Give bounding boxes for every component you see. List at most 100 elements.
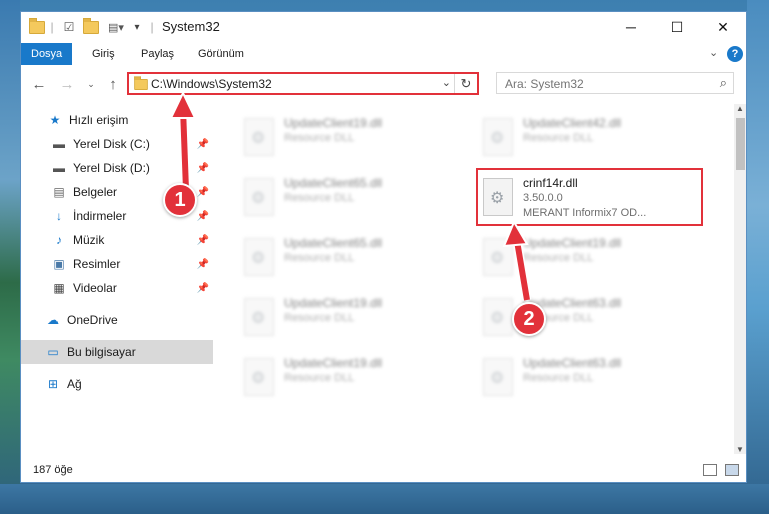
sidebar-item-music[interactable]: ♪ Müzik 📌 bbox=[21, 228, 213, 252]
list-item[interactable]: UpdateClient19.dll Resource DLL bbox=[236, 290, 456, 346]
sidebar-item-label: Müzik bbox=[73, 233, 105, 247]
desktop-background-bottom bbox=[0, 484, 769, 514]
pin-icon: 📌 bbox=[196, 138, 209, 150]
details-view-icon[interactable] bbox=[703, 464, 717, 476]
sidebar-item-pictures[interactable]: ▣ Resimler 📌 bbox=[21, 252, 213, 276]
title-bar: | ☑ ▤▾ ▾ | System32 ─ ☐ ✕ bbox=[21, 12, 746, 42]
highlight-box bbox=[476, 168, 703, 226]
file-name: UpdateClient19.dll bbox=[284, 356, 383, 370]
file-name: UpdateClient65.dll bbox=[284, 176, 383, 190]
customize-toolbar-icon[interactable]: ▾ bbox=[131, 19, 143, 35]
sidebar-item-network[interactable]: ⊞ Ağ bbox=[21, 372, 213, 396]
sidebar-item-label: Ağ bbox=[67, 377, 82, 391]
desktop-background-left bbox=[0, 0, 20, 514]
sidebar-item-label: OneDrive bbox=[67, 313, 118, 327]
pin-icon: 📌 bbox=[196, 234, 209, 246]
sidebar-item-label: Hızlı erişim bbox=[69, 113, 129, 127]
file-name: UpdateClient65.dll bbox=[284, 236, 383, 250]
pictures-icon: ▣ bbox=[53, 257, 65, 271]
item-count: 187 öğe bbox=[33, 464, 73, 476]
search-box[interactable]: ⌕ bbox=[496, 72, 734, 94]
tab-home[interactable]: Giriş bbox=[92, 43, 115, 65]
help-icon[interactable]: ? bbox=[727, 46, 743, 62]
back-arrow-icon[interactable]: ← bbox=[29, 74, 49, 94]
list-item[interactable]: UpdateClient65.dll Resource DLL bbox=[236, 170, 456, 226]
ribbon-tabs: Dosya Giriş Paylaş Görünüm ⌄ ? bbox=[21, 43, 746, 65]
forward-arrow-icon[interactable]: → bbox=[57, 74, 77, 94]
vertical-scrollbar[interactable]: ▲ ▼ bbox=[734, 104, 746, 454]
desktop-background-right bbox=[747, 0, 769, 514]
file-type: Resource DLL bbox=[284, 192, 355, 204]
pin-icon: 📌 bbox=[196, 258, 209, 270]
file-type: Resource DLL bbox=[523, 132, 594, 144]
sidebar-item-label: Videolar bbox=[73, 281, 117, 295]
status-bar: 187 öğe bbox=[21, 460, 746, 482]
videos-icon: ▦ bbox=[53, 281, 65, 295]
list-item[interactable]: UpdateClient65.dll Resource DLL bbox=[236, 230, 456, 286]
tab-view[interactable]: Görünüm bbox=[198, 43, 244, 65]
recent-locations-icon[interactable]: ⌄ bbox=[81, 74, 101, 94]
dll-file-icon bbox=[244, 358, 274, 396]
search-input[interactable] bbox=[503, 76, 707, 92]
list-item[interactable]: UpdateClient19.dll Resource DLL bbox=[236, 110, 456, 166]
folder-icon bbox=[134, 76, 148, 91]
minimize-button[interactable]: ─ bbox=[608, 12, 654, 42]
download-icon: ↓ bbox=[56, 209, 62, 223]
sidebar-item-label: Bu bilgisayar bbox=[67, 345, 136, 359]
list-item[interactable]: UpdateClient42.dll Resource DLL bbox=[475, 110, 695, 166]
music-icon: ♪ bbox=[56, 233, 62, 247]
scroll-up-icon[interactable]: ▲ bbox=[736, 104, 744, 113]
dll-file-icon bbox=[483, 238, 513, 276]
star-icon: ★ bbox=[49, 113, 61, 127]
list-item[interactable]: UpdateClient19.dll Resource DLL bbox=[475, 230, 695, 286]
close-button[interactable]: ✕ bbox=[700, 12, 746, 42]
network-icon: ⊞ bbox=[47, 377, 59, 391]
file-name: UpdateClient19.dll bbox=[523, 236, 622, 250]
expand-ribbon-icon[interactable]: ⌄ bbox=[709, 46, 718, 59]
list-item[interactable]: UpdateClient63.dll Resource DLL bbox=[475, 290, 695, 346]
dll-file-icon bbox=[483, 298, 513, 336]
pin-icon: 📌 bbox=[196, 282, 209, 294]
window-title: System32 bbox=[162, 19, 220, 34]
drive-icon: ▬ bbox=[53, 137, 65, 151]
folder-icon bbox=[29, 17, 45, 35]
file-name: UpdateClient19.dll bbox=[284, 116, 383, 130]
sidebar-item-this-pc[interactable]: ▭ Bu bilgisayar bbox=[21, 340, 213, 364]
sidebar-item-onedrive[interactable]: ☁ OneDrive bbox=[21, 308, 213, 332]
separator: | bbox=[50, 20, 54, 34]
dll-file-icon bbox=[483, 118, 513, 156]
dll-file-icon bbox=[244, 178, 274, 216]
dll-file-icon bbox=[244, 298, 274, 336]
view-toggle-icon[interactable]: ▤▾ bbox=[105, 19, 127, 35]
file-type: Resource DLL bbox=[284, 132, 355, 144]
list-item[interactable]: UpdateClient63.dll Resource DLL bbox=[475, 350, 695, 406]
address-path: C:\Windows\System32 bbox=[151, 77, 272, 91]
separator: | bbox=[150, 20, 154, 34]
scroll-down-icon[interactable]: ▼ bbox=[736, 445, 744, 454]
sidebar-item-local-disk-c[interactable]: ▬ Yerel Disk (C:) 📌 bbox=[21, 132, 213, 156]
refresh-icon[interactable]: ↻ bbox=[454, 74, 477, 93]
file-name: UpdateClient42.dll bbox=[523, 116, 622, 130]
cloud-icon: ☁ bbox=[47, 313, 59, 327]
file-type: Resource DLL bbox=[284, 312, 355, 324]
navigation-pane: ★ Hızlı erişim ▬ Yerel Disk (C:) 📌 ▬ Yer… bbox=[21, 104, 213, 454]
tab-share[interactable]: Paylaş bbox=[141, 43, 174, 65]
up-arrow-icon[interactable]: ↑ bbox=[103, 74, 123, 94]
properties-icon[interactable]: ☑ bbox=[61, 19, 77, 35]
scroll-thumb[interactable] bbox=[736, 118, 745, 170]
file-name: UpdateClient19.dll bbox=[284, 296, 383, 310]
sidebar-item-videos[interactable]: ▦ Videolar 📌 bbox=[21, 276, 213, 300]
sidebar-item-local-disk-d[interactable]: ▬ Yerel Disk (D:) 📌 bbox=[21, 156, 213, 180]
large-icons-view-icon[interactable] bbox=[725, 464, 739, 476]
sidebar-item-label: Resimler bbox=[73, 257, 121, 271]
maximize-button[interactable]: ☐ bbox=[654, 12, 700, 42]
new-folder-icon[interactable] bbox=[83, 17, 99, 35]
address-bar[interactable]: C:\Windows\System32 ⌄ ↻ bbox=[127, 72, 479, 95]
address-dropdown-icon[interactable]: ⌄ bbox=[442, 76, 451, 89]
search-icon[interactable]: ⌕ bbox=[720, 75, 727, 91]
sidebar-item-quick-access[interactable]: ★ Hızlı erişim bbox=[21, 108, 213, 132]
list-item[interactable]: UpdateClient19.dll Resource DLL bbox=[236, 350, 456, 406]
tab-file[interactable]: Dosya bbox=[21, 43, 73, 65]
dll-file-icon bbox=[244, 118, 274, 156]
sidebar-item-label: Yerel Disk (D:) bbox=[73, 161, 150, 175]
